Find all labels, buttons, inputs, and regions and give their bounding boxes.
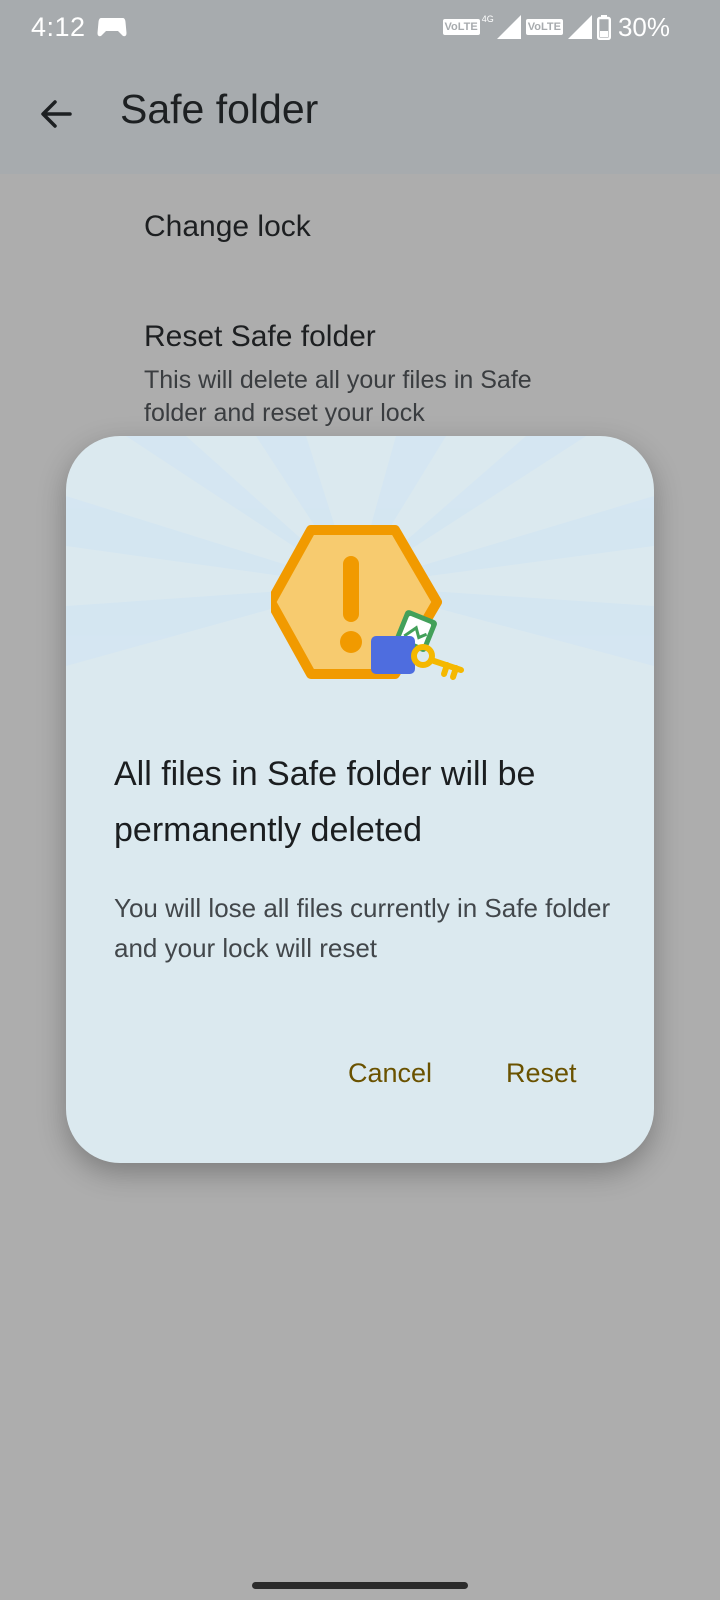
reset-dialog: All files in Safe folder will be permane… — [66, 436, 654, 1163]
warning-folder-key-icon — [271, 525, 464, 680]
signal-icon — [567, 15, 592, 39]
reset-safe-folder-item[interactable]: Reset Safe folder This will delete all y… — [144, 320, 684, 430]
status-bar: 4:12 VoLTE 4G VoLTE 30% — [0, 0, 720, 56]
page-title: Safe folder — [120, 86, 319, 132]
reset-safe-folder-title: Reset Safe folder — [144, 320, 376, 353]
network-type: 4G — [481, 14, 494, 24]
cancel-button[interactable]: Cancel — [348, 1058, 432, 1089]
game-controller-icon — [97, 18, 127, 37]
battery-icon — [596, 14, 611, 40]
app-bar: Safe folder — [0, 56, 720, 174]
signal-icon — [496, 15, 521, 39]
navigation-handle[interactable] — [252, 1582, 468, 1589]
status-icons: VoLTE 4G VoLTE 30% — [442, 11, 670, 42]
battery-percent: 30% — [617, 11, 670, 42]
arrow-back-icon[interactable] — [34, 92, 78, 136]
dialog-title: All files in Safe folder will be permane… — [114, 755, 536, 849]
change-lock-item[interactable]: Change lock — [144, 210, 684, 244]
dialog-message: You will lose all files currently in Saf… — [114, 893, 611, 963]
reset-button[interactable]: Reset — [506, 1058, 577, 1089]
reset-safe-folder-subtitle: This will delete all your files in Safe … — [144, 366, 532, 427]
status-time: 4:12 — [31, 12, 86, 42]
volte-badge-1: VoLTE — [442, 19, 480, 35]
volte-badge-2: VoLTE — [525, 19, 563, 35]
change-lock-title: Change lock — [144, 210, 311, 243]
